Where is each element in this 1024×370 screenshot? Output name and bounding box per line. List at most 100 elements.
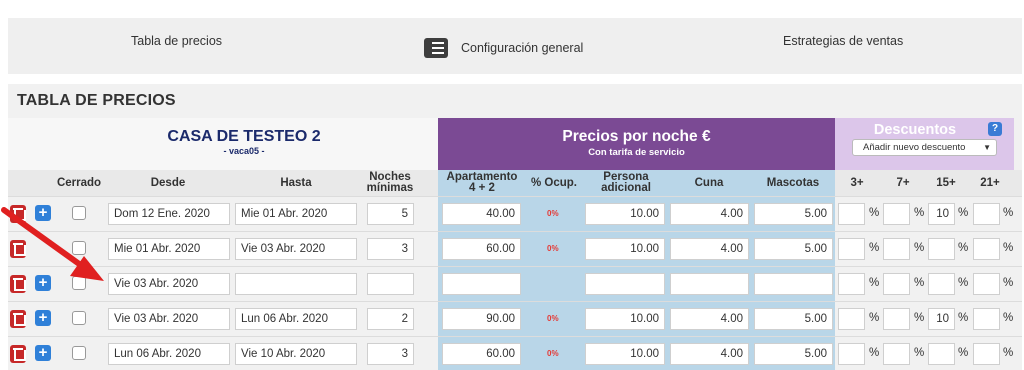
noches-input[interactable]: 3	[367, 238, 414, 260]
cerrado-checkbox[interactable]	[72, 346, 86, 360]
noches-input[interactable]	[367, 273, 414, 295]
discount-3-input[interactable]	[838, 238, 865, 260]
persona-adicional-input[interactable]: 10.00	[585, 238, 665, 260]
discount-7-input[interactable]	[883, 203, 910, 225]
apartamento-price-input[interactable]: 60.00	[442, 343, 521, 365]
mascotas-input[interactable]: 5.00	[754, 308, 833, 330]
add-row-plus-icon[interactable]: +	[35, 275, 51, 291]
tab-label: Configuración general	[461, 41, 584, 55]
percent-sign: %	[1003, 312, 1014, 324]
occupancy-percent: 0%	[547, 349, 559, 358]
persona-adicional-input[interactable]: 10.00	[585, 203, 665, 225]
noches-input[interactable]: 5	[367, 203, 414, 225]
chevron-down-icon: ▼	[983, 143, 991, 152]
percent-sign: %	[869, 312, 880, 324]
discount-3-input[interactable]	[838, 203, 865, 225]
mascotas-input[interactable]: 5.00	[754, 203, 833, 225]
discount-21-input[interactable]	[973, 343, 1000, 365]
hasta-input[interactable]: Vie 10 Abr. 2020	[235, 343, 357, 365]
col-cuna: Cuna	[694, 176, 724, 189]
percent-sign: %	[869, 207, 880, 219]
discount-15-input[interactable]: 10	[928, 203, 955, 225]
desde-input[interactable]: Dom 12 Ene. 2020	[108, 203, 230, 225]
tab-configuracion-general[interactable]: Configuración general	[424, 20, 583, 76]
discount-7-input[interactable]	[883, 308, 910, 330]
discount-21-input[interactable]	[973, 308, 1000, 330]
delete-row-trash-icon[interactable]	[10, 205, 26, 223]
add-discount-select[interactable]: Añadir nuevo descuento ▼	[852, 139, 997, 156]
discount-15-input[interactable]: 10	[928, 308, 955, 330]
col-hasta: Hasta	[280, 176, 312, 189]
discounts-header: Descuentos ? Añadir nuevo descuento ▼	[835, 118, 1014, 170]
table-row: + Lun 06 Abr. 2020 Vie 10 Abr. 2020 3 60.00 1…	[8, 336, 1022, 370]
add-row-plus-icon[interactable]: +	[35, 345, 51, 361]
apartamento-price-input[interactable]: 90.00	[442, 308, 521, 330]
percent-sign: %	[914, 242, 925, 254]
discount-3-input[interactable]	[838, 308, 865, 330]
help-icon[interactable]: ?	[988, 122, 1002, 136]
cuna-input[interactable]: 4.00	[670, 343, 749, 365]
apartamento-price-input[interactable]: 40.00	[442, 203, 521, 225]
hasta-input[interactable]: Mie 01 Abr. 2020	[235, 203, 357, 225]
tab-tabla-de-precios[interactable]: Tabla de precios	[131, 13, 222, 69]
discount-15-input[interactable]	[928, 273, 955, 295]
discount-21-input[interactable]	[973, 273, 1000, 295]
cerrado-checkbox[interactable]	[72, 311, 86, 325]
persona-adicional-input[interactable]	[585, 273, 665, 295]
discount-7-input[interactable]	[883, 238, 910, 260]
table-row: + Vie 03 Abr. 2020%%%%	[8, 266, 1022, 301]
occupancy-percent: 0%	[547, 209, 559, 218]
cerrado-checkbox[interactable]	[72, 206, 86, 220]
col-noches-minimas: Noches mínimas	[360, 170, 420, 196]
col-cerrado: Cerrado	[56, 176, 102, 189]
percent-sign: %	[914, 277, 925, 289]
hasta-input[interactable]: Lun 06 Abr. 2020	[235, 308, 357, 330]
col-apto-line2: 4 + 2	[469, 182, 495, 194]
hasta-input[interactable]	[235, 273, 357, 295]
cerrado-checkbox[interactable]	[72, 241, 86, 255]
cuna-input[interactable]	[670, 273, 749, 295]
desde-input[interactable]: Vie 03 Abr. 2020	[108, 273, 230, 295]
noches-input[interactable]: 2	[367, 308, 414, 330]
desde-input[interactable]: Vie 03 Abr. 2020	[108, 308, 230, 330]
discount-21-input[interactable]	[973, 203, 1000, 225]
discount-7-input[interactable]	[883, 273, 910, 295]
prices-subtitle: Con tarifa de servicio	[588, 147, 685, 158]
apartamento-price-input[interactable]: 60.00	[442, 238, 521, 260]
cuna-input[interactable]: 4.00	[670, 203, 749, 225]
discount-15-input[interactable]	[928, 343, 955, 365]
table-row: Mie 01 Abr. 2020 Vie 03 Abr. 2020 3 60.00 10…	[8, 231, 1022, 266]
delete-row-trash-icon[interactable]	[10, 240, 26, 258]
delete-row-trash-icon[interactable]	[10, 275, 26, 293]
delete-row-trash-icon[interactable]	[10, 345, 26, 363]
percent-sign: %	[869, 277, 880, 289]
discount-7-input[interactable]	[883, 343, 910, 365]
mascotas-input[interactable]: 5.00	[754, 343, 833, 365]
apartamento-price-input[interactable]	[442, 273, 521, 295]
col-discount-3: 3+	[850, 176, 864, 189]
tab-estrategias-de-ventas[interactable]: Estrategias de ventas	[783, 13, 903, 69]
cuna-input[interactable]: 4.00	[670, 238, 749, 260]
mascotas-input[interactable]: 5.00	[754, 238, 833, 260]
persona-adicional-input[interactable]: 10.00	[585, 308, 665, 330]
mascotas-input[interactable]	[754, 273, 833, 295]
percent-sign: %	[1003, 207, 1014, 219]
discount-21-input[interactable]	[973, 238, 1000, 260]
add-row-plus-icon[interactable]: +	[35, 310, 51, 326]
percent-sign: %	[958, 242, 969, 254]
desde-input[interactable]: Mie 01 Abr. 2020	[108, 238, 230, 260]
cerrado-checkbox[interactable]	[72, 276, 86, 290]
desde-input[interactable]: Lun 06 Abr. 2020	[108, 343, 230, 365]
discount-3-input[interactable]	[838, 343, 865, 365]
prices-title: Precios por noche €	[562, 128, 711, 145]
noches-input[interactable]: 3	[367, 343, 414, 365]
hasta-input[interactable]: Vie 03 Abr. 2020	[235, 238, 357, 260]
add-discount-label: Añadir nuevo descuento	[863, 142, 966, 153]
add-row-plus-icon[interactable]: +	[35, 205, 51, 221]
percent-sign: %	[914, 312, 925, 324]
delete-row-trash-icon[interactable]	[10, 310, 26, 328]
discount-15-input[interactable]	[928, 238, 955, 260]
discount-3-input[interactable]	[838, 273, 865, 295]
persona-adicional-input[interactable]: 10.00	[585, 343, 665, 365]
cuna-input[interactable]: 4.00	[670, 308, 749, 330]
